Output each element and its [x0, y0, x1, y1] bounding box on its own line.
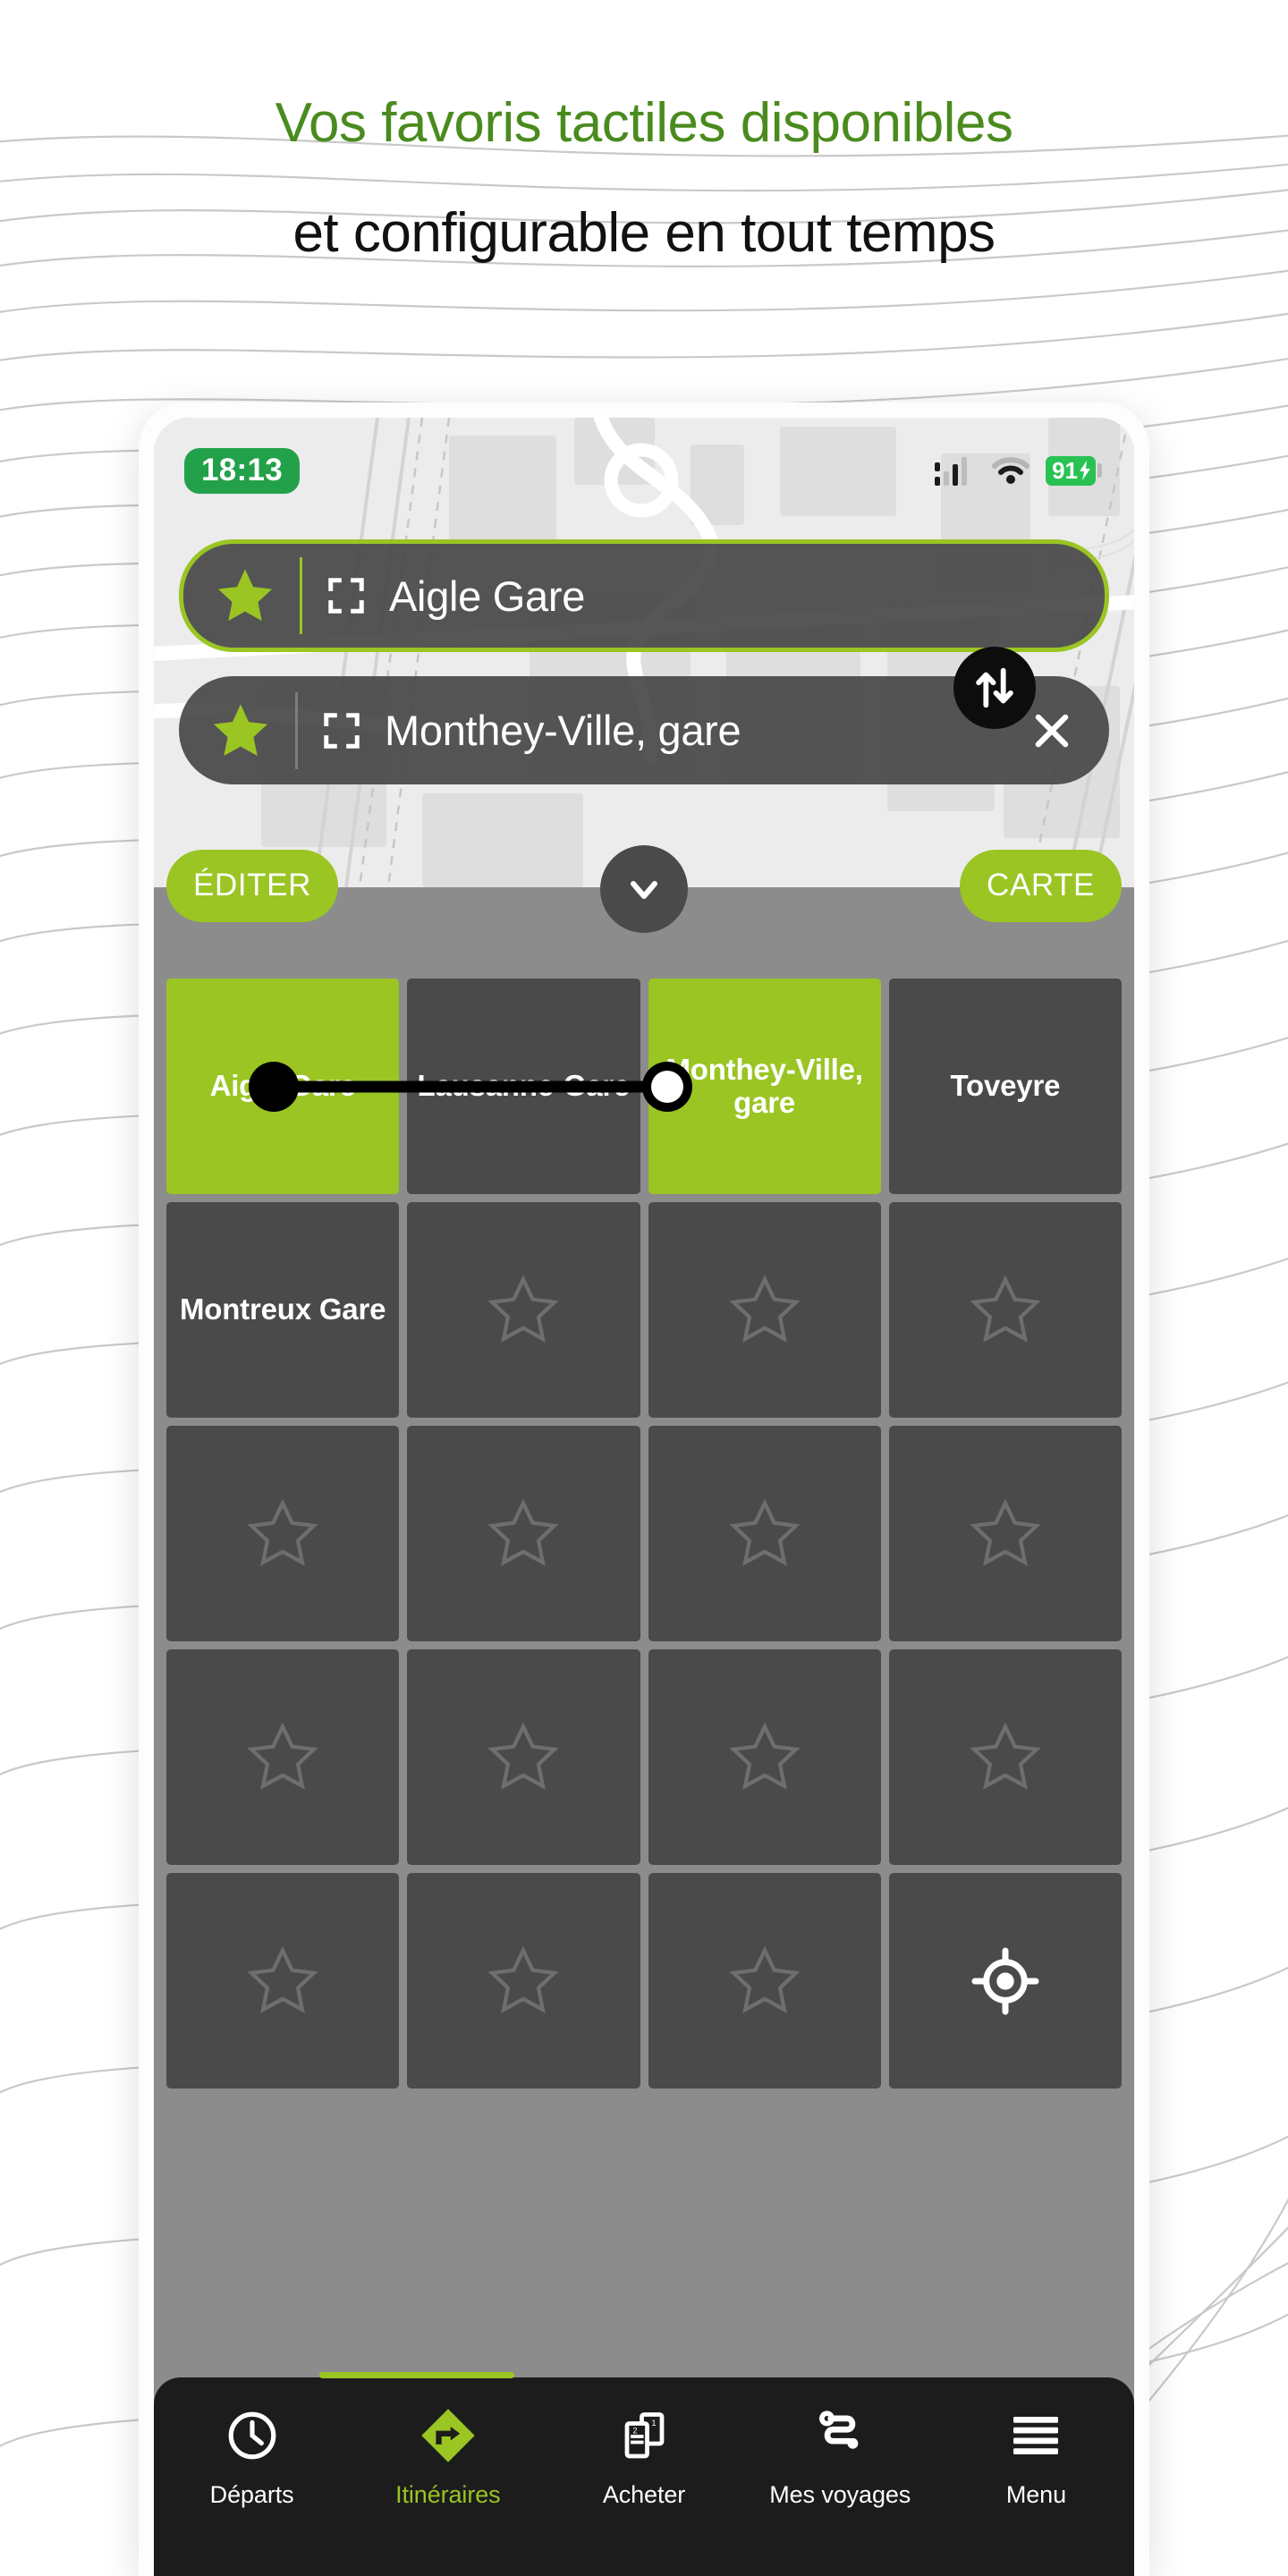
close-x-icon[interactable] — [1029, 704, 1082, 758]
tile-empty[interactable] — [648, 1873, 881, 2089]
action-bar: ÉDITER CARTE — [154, 845, 1134, 979]
nav-item-mes-voyages[interactable]: Mes voyages — [742, 2408, 938, 2509]
star-outline-icon — [247, 1945, 318, 2013]
nav-label: Acheter — [602, 2481, 686, 2508]
swap-vertical-arrows-icon — [976, 667, 1013, 708]
star-outline-icon — [487, 1722, 559, 1790]
tile-my-location[interactable] — [888, 1873, 1122, 2089]
wifi-icon — [992, 457, 1030, 484]
tickets-icon: 1 2 — [617, 2408, 671, 2463]
map-button[interactable]: CARTE — [960, 850, 1122, 922]
tile-empty[interactable] — [888, 1202, 1122, 1418]
nav-item-itineraires[interactable]: Itinéraires — [350, 2408, 546, 2509]
tile-favorite[interactable]: Monthey-Ville, gare — [648, 979, 881, 1194]
viewfinder-bracket-icon[interactable] — [326, 575, 367, 616]
star-outline-icon — [729, 1498, 801, 1566]
status-time: 18:13 — [184, 447, 301, 494]
tile-empty[interactable] — [888, 1649, 1122, 1865]
star-outline-icon — [729, 1275, 801, 1343]
nav-label: Mes voyages — [769, 2481, 911, 2508]
nav-item-acheter[interactable]: 1 2 Acheter — [546, 2408, 741, 2509]
charging-bolt-icon — [1080, 460, 1090, 480]
my-location-crosshair-icon — [971, 1947, 1039, 2014]
active-tab-indicator — [319, 2372, 514, 2378]
tile-label: Montreux Gare — [179, 1292, 386, 1326]
phone-mockup: 18:13 91 Aigle Gare Monthey-Ville, gare … — [139, 402, 1149, 2576]
favorites-grid: Aigle Gare Lausanne-Gare Monthey-Ville, ga… — [166, 979, 1122, 2089]
tile-label: Monthey-Ville, gare — [665, 1052, 863, 1119]
tile-empty[interactable] — [407, 1426, 640, 1641]
tile-empty[interactable] — [166, 1426, 400, 1641]
tile-empty[interactable] — [648, 1426, 881, 1641]
tile-label: Toveyre — [950, 1069, 1061, 1103]
edit-button[interactable]: ÉDITER — [166, 850, 338, 922]
svg-text:2: 2 — [633, 2427, 638, 2436]
nav-label: Itinéraires — [395, 2481, 501, 2508]
svg-text:1: 1 — [652, 2419, 657, 2428]
tile-favorite[interactable]: Toveyre — [888, 979, 1122, 1194]
tile-empty[interactable] — [407, 1649, 640, 1865]
tile-favorite[interactable]: Aigle Gare — [166, 979, 400, 1194]
tile-empty[interactable] — [648, 1649, 881, 1865]
tile-empty[interactable] — [888, 1426, 1122, 1641]
star-outline-icon — [970, 1498, 1041, 1566]
cellular-signal-icon — [935, 457, 968, 486]
star-filled-icon[interactable] — [214, 565, 276, 626]
status-indicators: 91 — [935, 455, 1102, 486]
tile-label: Aigle Gare — [209, 1069, 356, 1103]
map-header[interactable]: 18:13 91 Aigle Gare Monthey-Ville, gare — [154, 418, 1134, 887]
collapse-panel-button[interactable] — [600, 845, 688, 933]
swap-stations-button[interactable] — [953, 647, 1036, 729]
star-outline-icon — [970, 1275, 1041, 1343]
hamburger-menu-icon — [1009, 2408, 1063, 2463]
journey-path-icon — [812, 2408, 868, 2463]
field-divider — [300, 557, 302, 634]
nav-label: Départs — [209, 2481, 294, 2508]
battery-tip — [1097, 463, 1102, 478]
tile-empty[interactable] — [648, 1202, 881, 1418]
phone-screen: 18:13 91 Aigle Gare Monthey-Ville, gare … — [154, 418, 1134, 2576]
status-bar: 18:13 91 — [154, 443, 1134, 498]
star-outline-icon — [247, 1722, 318, 1790]
tile-empty[interactable] — [166, 1649, 400, 1865]
tile-favorite[interactable]: Lausanne-Gare — [407, 979, 640, 1194]
clock-icon — [225, 2408, 280, 2463]
tile-favorite[interactable]: Montreux Gare — [166, 1202, 400, 1418]
headline-secondary: et configurable en tout temps — [292, 202, 996, 265]
tile-empty[interactable] — [166, 1873, 400, 2089]
viewfinder-bracket-icon[interactable] — [321, 710, 362, 751]
headline-primary: Vos favoris tactiles disponibles — [275, 92, 1013, 154]
bottom-navigation: Départs Itinéraires 1 2 Acheter Mes voya… — [154, 2372, 1134, 2576]
star-outline-icon — [487, 1498, 559, 1566]
tile-empty[interactable] — [407, 1202, 640, 1418]
field-divider — [295, 691, 298, 769]
star-outline-icon — [729, 1722, 801, 1790]
nav-item-menu[interactable]: Menu — [938, 2408, 1134, 2509]
route-diamond-arrow-icon — [419, 2408, 478, 2463]
battery-badge: 91 — [1046, 455, 1096, 486]
tile-empty[interactable] — [407, 1873, 640, 2089]
favorites-grid-wrapper: Aigle Gare Lausanne-Gare Monthey-Ville, ga… — [154, 979, 1134, 2089]
nav-label: Menu — [1005, 2481, 1066, 2508]
origin-field[interactable]: Aigle Gare — [179, 539, 1109, 652]
origin-value: Aigle Gare — [389, 572, 586, 620]
tile-label: Lausanne-Gare — [417, 1069, 631, 1103]
promo-headings: Vos favoris tactiles disponibles et conf… — [0, 0, 1288, 262]
star-outline-icon — [487, 1275, 559, 1343]
star-outline-icon — [247, 1498, 318, 1566]
star-outline-icon — [729, 1945, 801, 2013]
star-outline-icon — [487, 1945, 559, 2013]
destination-value: Monthey-Ville, gare — [385, 707, 741, 754]
star-filled-icon[interactable] — [209, 700, 272, 761]
nav-item-departs[interactable]: Départs — [154, 2408, 350, 2509]
chevron-down-icon — [631, 881, 657, 899]
battery-indicator: 91 — [1046, 455, 1102, 486]
battery-percent-label: 91 — [1052, 456, 1078, 484]
star-outline-icon — [970, 1722, 1041, 1790]
